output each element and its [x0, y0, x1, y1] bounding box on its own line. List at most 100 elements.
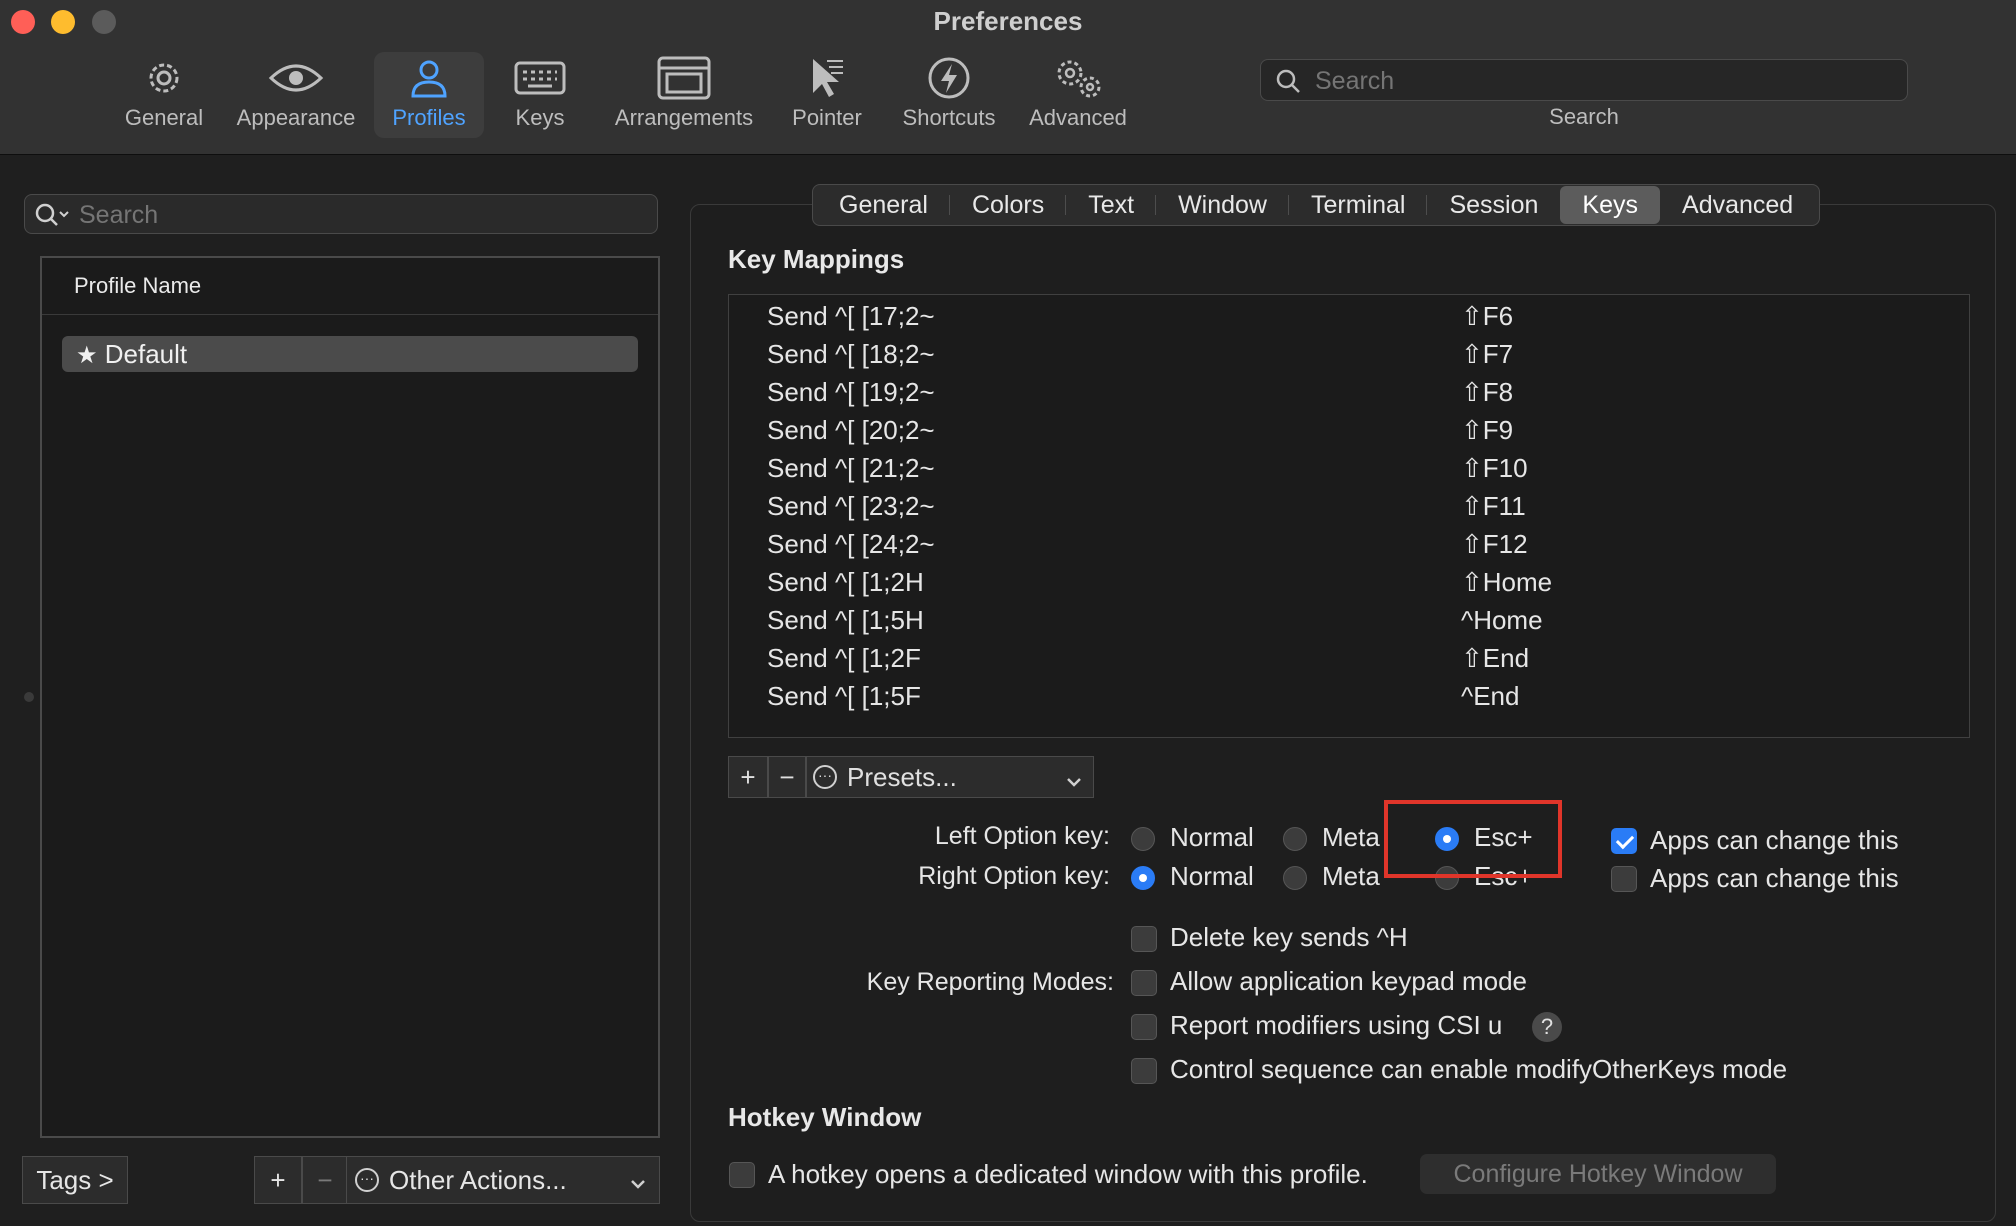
delete-sends-h-checkbox[interactable] [1131, 926, 1157, 952]
mapping-key: ⇧F7 [1461, 339, 1514, 369]
table-row[interactable]: Send ^[ [18;2~ ⇧F7 [729, 335, 1969, 373]
mapping-key: ⇧Home [1461, 567, 1553, 597]
right-apps-can-change-label: Apps can change this [1650, 863, 1899, 893]
mapping-action: Send ^[ [18;2~ [767, 339, 935, 369]
toolbar-advanced[interactable]: Advanced [1022, 52, 1134, 138]
table-row[interactable]: Send ^[ [1;5H ^Home [729, 601, 1969, 639]
key-reporting-modes-label: Key Reporting Modes: [866, 968, 1114, 996]
mapping-action: Send ^[ [1;5H [767, 605, 924, 635]
window-icon [604, 52, 764, 104]
table-row[interactable]: Send ^[ [1;2F ⇧End [729, 639, 1969, 677]
left-option-meta-radio[interactable] [1283, 827, 1307, 851]
person-icon [374, 52, 484, 104]
report-csi-u-label: Report modifiers using CSI u [1170, 1010, 1503, 1040]
toolbar-appearance-label: Appearance [236, 105, 356, 130]
right-option-normal-label: Normal [1170, 861, 1254, 891]
profile-row-default[interactable]: ★ Default [62, 336, 638, 372]
presets-label: Presets... [847, 761, 957, 792]
table-row[interactable]: Send ^[ [17;2~ ⇧F6 [729, 297, 1969, 335]
resize-handle[interactable] [24, 692, 34, 702]
add-profile-button[interactable]: + [254, 1156, 302, 1204]
other-actions-menu[interactable]: ··· Other Actions... [346, 1156, 660, 1204]
mapping-action: Send ^[ [1;2F [767, 643, 921, 673]
gears-icon [1022, 52, 1134, 104]
tab-window[interactable]: Window [1156, 186, 1289, 224]
modify-other-keys-checkbox[interactable] [1131, 1058, 1157, 1084]
profile-name-column-header[interactable]: Profile Name [42, 258, 658, 315]
mapping-key: ^End [1461, 681, 1520, 711]
table-row[interactable]: Send ^[ [1;2H ⇧Home [729, 563, 1969, 601]
mapping-key: ⇧End [1461, 643, 1530, 673]
toolbar-profiles[interactable]: Profiles [374, 52, 484, 138]
table-row[interactable]: Send ^[ [19;2~ ⇧F8 [729, 373, 1969, 411]
remove-profile-button[interactable]: − [302, 1156, 348, 1204]
tab-terminal[interactable]: Terminal [1289, 186, 1428, 224]
right-option-normal-radio[interactable] [1131, 866, 1155, 890]
mapping-action: Send ^[ [17;2~ [767, 301, 935, 331]
hotkey-checkbox[interactable] [729, 1162, 755, 1188]
search-icon [1275, 68, 1301, 99]
toolbar-general[interactable]: General [116, 52, 212, 138]
presets-menu[interactable]: ··· Presets... [806, 756, 1094, 798]
add-mapping-button[interactable]: + [728, 756, 768, 798]
right-option-meta-label: Meta [1322, 861, 1380, 891]
toolbar-shortcuts[interactable]: Shortcuts [892, 52, 1006, 138]
allow-keypad-checkbox[interactable] [1131, 970, 1157, 996]
toolbar-advanced-label: Advanced [1029, 105, 1127, 130]
table-row[interactable]: Send ^[ [20;2~ ⇧F9 [729, 411, 1969, 449]
toolbar-general-label: General [124, 105, 204, 130]
tab-session[interactable]: Session [1427, 186, 1560, 224]
toolbar-arrangements[interactable]: Arrangements [604, 52, 764, 138]
table-row[interactable]: Send ^[ [23;2~ ⇧F11 [729, 487, 1969, 525]
right-option-meta-radio[interactable] [1283, 866, 1307, 890]
tab-colors[interactable]: Colors [950, 186, 1067, 224]
search-caption: Search [1549, 104, 1619, 129]
table-row[interactable]: Send ^[ [24;2~ ⇧F12 [729, 525, 1969, 563]
table-row[interactable]: Send ^[ [21;2~ ⇧F10 [729, 449, 1969, 487]
tab-text[interactable]: Text [1066, 186, 1156, 224]
tab-keys[interactable]: Keys [1560, 186, 1661, 224]
profile-search-input[interactable] [77, 198, 641, 232]
table-row[interactable]: Send ^[ [1;5F ^End [729, 677, 1969, 715]
profile-name: Default [104, 339, 188, 369]
report-csi-u-checkbox[interactable] [1131, 1014, 1157, 1040]
eye-icon [228, 52, 364, 104]
left-apps-can-change-checkbox[interactable] [1611, 828, 1637, 854]
right-apps-can-change-checkbox[interactable] [1611, 866, 1637, 892]
key-mappings-table[interactable]: Send ^[ [17;2~ ⇧F6 Send ^[ [18;2~ ⇧F7 Se… [728, 294, 1970, 738]
cursor-icon [782, 52, 872, 104]
delete-sends-h-label: Delete key sends ^H [1170, 922, 1408, 952]
window-toolbar: Preferences General Appearance Profiles … [0, 0, 2016, 155]
toolbar-appearance[interactable]: Appearance [228, 52, 364, 138]
preferences-search[interactable] [1260, 59, 1908, 101]
ellipsis-circle-icon: ··· [813, 765, 837, 789]
gear-icon [116, 52, 212, 104]
toolbar-pointer[interactable]: Pointer [782, 52, 872, 138]
left-option-normal-radio[interactable] [1131, 827, 1155, 851]
tags-button[interactable]: Tags > [22, 1156, 128, 1204]
modify-other-keys-label: Control sequence can enable modifyOtherK… [1170, 1054, 1788, 1084]
keyboard-icon [498, 52, 582, 104]
toolbar-profiles-label: Profiles [392, 105, 466, 130]
preferences-search-input[interactable] [1313, 64, 1897, 98]
toolbar-arrangements-label: Arrangements [614, 105, 754, 130]
mapping-action: Send ^[ [19;2~ [767, 377, 935, 407]
toolbar-shortcuts-label: Shortcuts [902, 105, 996, 130]
hotkey-checkbox-label: A hotkey opens a dedicated window with t… [768, 1159, 1368, 1189]
profile-search[interactable] [24, 194, 658, 234]
mapping-action: Send ^[ [1;2H [767, 567, 924, 597]
tab-advanced[interactable]: Advanced [1660, 186, 1815, 224]
profile-list: Profile Name ★ Default [40, 256, 660, 1138]
remove-mapping-button[interactable]: − [768, 756, 806, 798]
tab-general[interactable]: General [817, 186, 950, 224]
toolbar-keys[interactable]: Keys [498, 52, 582, 138]
configure-hotkey-window-button[interactable]: Configure Hotkey Window [1420, 1154, 1776, 1194]
mapping-key: ⇧F11 [1461, 491, 1526, 521]
mapping-action: Send ^[ [21;2~ [767, 453, 935, 483]
bolt-icon [892, 52, 1006, 104]
allow-keypad-label: Allow application keypad mode [1170, 966, 1527, 996]
help-button[interactable]: ? [1532, 1012, 1562, 1042]
other-actions-label: Other Actions... [389, 1164, 567, 1195]
highlight-annotation [1384, 800, 1562, 878]
right-option-key-label: Right Option key: [918, 862, 1110, 890]
